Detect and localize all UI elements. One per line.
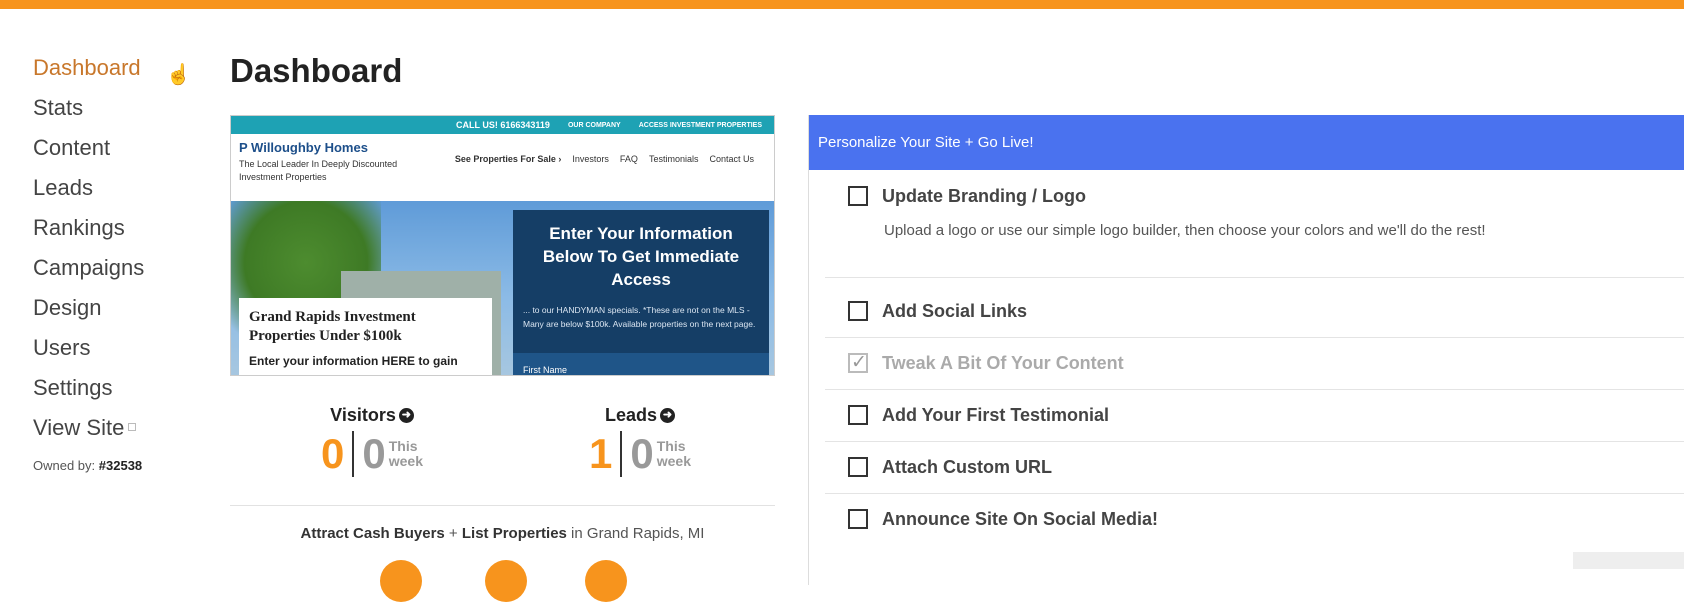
sidebar-item-campaigns[interactable]: Campaigns (33, 252, 193, 292)
task-checkbox-checked[interactable] (848, 351, 868, 374)
divider (352, 431, 355, 477)
task-checkbox[interactable] (848, 405, 868, 425)
this-week-line1: This (656, 438, 686, 454)
visitors-link[interactable]: Visitors ➜ (272, 405, 472, 426)
sidebar-item-settings[interactable]: Settings (33, 372, 193, 412)
view-site-label: View Site (33, 415, 125, 440)
attract-part2: List Properties (461, 525, 567, 542)
preview-hero-card: Grand Rapids Investment Properties Under… (239, 298, 492, 375)
task-description: Upload a logo or use our simple logo bui… (884, 222, 1486, 239)
this-week-line2: week (388, 453, 423, 469)
leads-label: Leads (604, 405, 658, 425)
leads-total: 1 (589, 430, 613, 477)
arrow-right-icon: ➜ (660, 407, 676, 423)
action-circle[interactable] (380, 560, 422, 602)
attract-plus: + (444, 525, 462, 542)
external-link-icon (128, 423, 137, 432)
action-circle[interactable] (485, 560, 527, 602)
attract-heading: Attract Cash Buyers + List Properties in… (230, 525, 775, 542)
task-title[interactable]: Add Your First Testimonial (882, 405, 1109, 426)
preview-menu: See Properties For Sale › Investors FAQ … (455, 154, 754, 164)
task-checkbox[interactable] (848, 186, 868, 206)
this-week-line2: week (656, 453, 691, 469)
visitors-label: Visitors (330, 405, 396, 425)
task-checkbox[interactable] (848, 457, 868, 477)
sidebar-item-content[interactable]: Content (33, 132, 193, 172)
preview-tagline: The Local Leader In Deeply Discounted In… (239, 159, 398, 182)
preview-menu-item: See Properties For Sale › (454, 154, 562, 164)
owner-id: #32538 (98, 458, 143, 473)
this-week-label: This week (389, 439, 423, 469)
task-item: Update Branding / Logo Upload a logo or … (825, 170, 1684, 278)
stats-summary: Visitors ➜ 0 0 This week Leads ➜ 1 0 This we… (230, 405, 775, 487)
task-item: Tweak A Bit Of Your Content (825, 337, 1684, 390)
preview-menu-item: FAQ (619, 154, 638, 164)
preview-brand: P Willoughby Homes (239, 140, 368, 155)
preview-header: P Willoughby Homes The Local Leader In D… (231, 134, 774, 201)
top-accent-bar (0, 0, 1684, 9)
owned-label: Owned by: (33, 458, 96, 473)
hand-cursor-icon: ☝ (166, 64, 191, 86)
panel-header: Personalize Your Site + Go Live! (809, 115, 1684, 170)
preview-our-company: OUR COMPANY (567, 121, 621, 129)
attract-part1: Attract Cash Buyers (300, 525, 445, 542)
this-week-label: This week (657, 439, 691, 469)
preview-card-title: Grand Rapids Investment Properties Under… (249, 309, 416, 344)
owner-info: Owned by: #32538 (33, 458, 193, 473)
go-live-panel: Personalize Your Site + Go Live! Update … (808, 115, 1684, 585)
preview-menu-item: Contact Us (709, 154, 754, 164)
task-title[interactable]: Announce Site On Social Media! (882, 509, 1158, 530)
sidebar-item-stats[interactable]: Stats (33, 92, 193, 132)
page-title: Dashboard (230, 52, 403, 89)
visitors-stat: Visitors ➜ 0 0 This week (272, 405, 472, 478)
preview-hero: Grand Rapids Investment Properties Under… (231, 201, 774, 375)
preview-call: CALL US! 6166343119 (456, 120, 550, 130)
sidebar-item-users[interactable]: Users (33, 332, 193, 372)
preview-form-field: First Name (513, 353, 769, 375)
task-item: Add Your First Testimonial (825, 389, 1684, 442)
preview-menu-item: Testimonials (648, 154, 699, 164)
sidebar-item-rankings[interactable]: Rankings (33, 212, 193, 252)
preview-menu-item: Investors (572, 154, 609, 164)
leads-week: 0 (630, 430, 654, 477)
preview-form-text: ... to our HANDYMAN specials. *These are… (523, 305, 756, 329)
arrow-right-icon: ➜ (398, 407, 414, 423)
sidebar-item-leads[interactable]: Leads (33, 172, 193, 212)
chat-widget-tab[interactable] (1573, 552, 1684, 569)
divider (620, 431, 623, 477)
task-item: Attach Custom URL (825, 441, 1684, 494)
preview-form: Enter Your Information Below To Get Imme… (513, 210, 769, 375)
visitors-total: 0 (321, 430, 345, 477)
preview-card-subtitle: Enter your information HERE to gain (249, 354, 458, 368)
site-preview[interactable]: CALL US! 6166343119 OUR COMPANY ACCESS I… (230, 115, 775, 376)
attract-part3: in Grand Rapids, MI (566, 525, 705, 542)
preview-top-bar: CALL US! 6166343119 OUR COMPANY ACCESS I… (231, 116, 774, 134)
task-checkbox[interactable] (848, 509, 868, 529)
leads-link[interactable]: Leads ➜ (540, 405, 740, 426)
task-item: Add Social Links (825, 285, 1684, 338)
leads-stat: Leads ➜ 1 0 This week (540, 405, 740, 478)
divider (230, 505, 775, 506)
this-week-line1: This (388, 438, 418, 454)
sidebar-item-view-site[interactable]: View Site (33, 412, 193, 452)
task-item: Announce Site On Social Media! (825, 493, 1684, 545)
task-title[interactable]: Add Social Links (882, 301, 1027, 322)
preview-access: ACCESS INVESTMENT PROPERTIES (638, 121, 762, 129)
preview-form-title: Enter Your Information Below To Get Imme… (542, 224, 740, 289)
sidebar-item-design[interactable]: Design (33, 292, 193, 332)
action-circle[interactable] (585, 560, 627, 602)
task-title[interactable]: Update Branding / Logo (882, 186, 1086, 207)
task-title[interactable]: Attach Custom URL (882, 457, 1052, 478)
visitors-week: 0 (362, 430, 386, 477)
sidebar: Dashboard Stats Content Leads Rankings C… (33, 52, 193, 473)
task-checkbox[interactable] (848, 301, 868, 321)
task-title[interactable]: Tweak A Bit Of Your Content (882, 353, 1124, 374)
